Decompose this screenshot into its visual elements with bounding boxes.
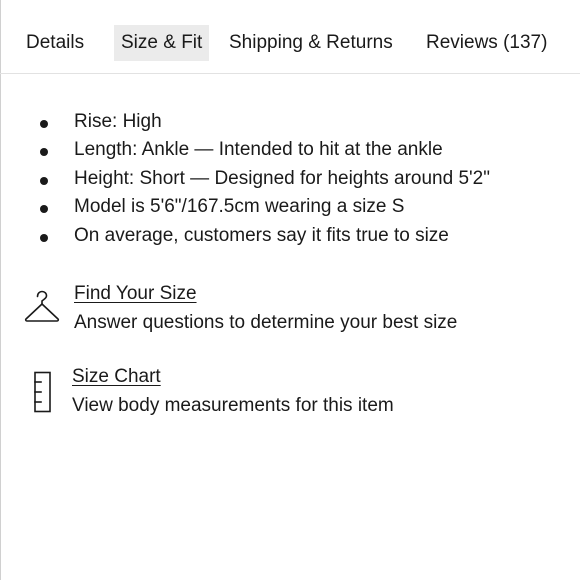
bullet-icon — [40, 120, 48, 128]
list-item: Model is 5'6"/167.5cm wearing a size S — [0, 193, 580, 221]
size-chart-section: Size Chart View body measurements for th… — [72, 363, 394, 421]
list-item: Rise: High — [0, 108, 580, 136]
find-your-size-link[interactable]: Find Your Size — [74, 280, 457, 308]
tab-details[interactable]: Details — [26, 25, 84, 61]
list-item: On average, customers say it fits true t… — [0, 222, 580, 250]
bullet-icon — [40, 148, 48, 157]
list-item: Height: Short — Designed for heights aro… — [0, 165, 580, 193]
fit-detail-text: On average, customers say it fits true t… — [74, 224, 449, 246]
find-your-size-description: Answer questions to determine your best … — [74, 312, 458, 333]
tab-reviews[interactable]: Reviews (137) — [426, 25, 547, 61]
ruler-icon — [34, 371, 51, 413]
left-border — [0, 0, 1, 580]
size-chart-link[interactable]: Size Chart — [72, 363, 394, 391]
bullet-icon — [40, 205, 48, 214]
fit-detail-text: Model is 5'6"/167.5cm wearing a size S — [74, 196, 405, 218]
fit-detail-text: Rise: High — [74, 111, 162, 132]
bullet-icon — [40, 176, 48, 185]
bullet-icon — [40, 233, 48, 242]
size-chart-description: View body measurements for this item — [72, 395, 394, 416]
find-your-size-section: Find Your Size Answer questions to deter… — [74, 280, 457, 338]
fit-detail-text: Length: Ankle — Intended to hit at the a… — [74, 139, 443, 161]
list-item: Length: Ankle — Intended to hit at the a… — [0, 136, 580, 164]
tab-shipping-returns[interactable]: Shipping & Returns — [229, 25, 393, 61]
hanger-icon — [24, 290, 60, 322]
tab-size-fit[interactable]: Size & Fit — [114, 25, 210, 61]
product-info-tabs: Details Size & Fit Shipping & Returns Re… — [0, 0, 580, 74]
fit-detail-text: Height: Short — Designed for heights aro… — [74, 167, 490, 189]
fit-details-list: Rise: High Length: Ankle — Intended to h… — [0, 108, 580, 250]
